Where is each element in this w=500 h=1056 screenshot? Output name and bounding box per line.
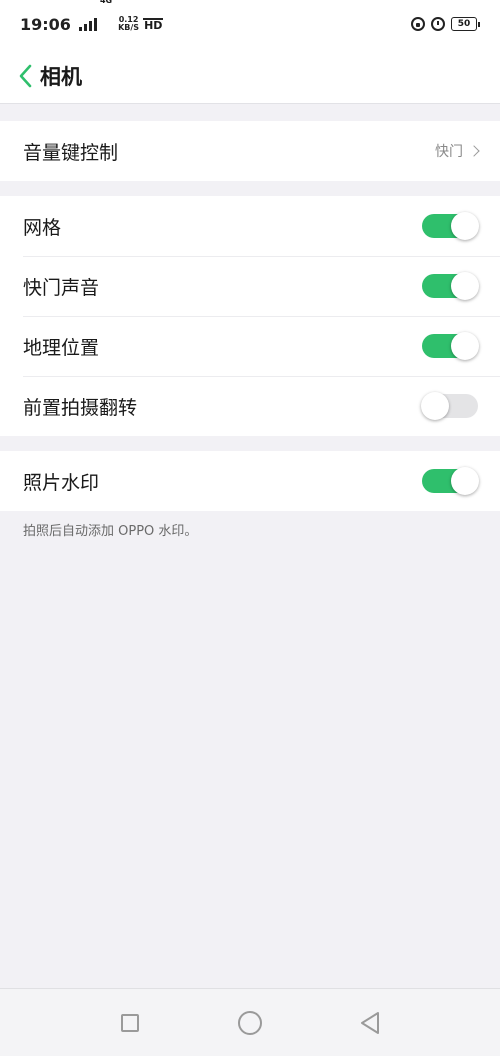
status-right-icons: 50 xyxy=(411,17,480,31)
settings-group-controls: 音量键控制 快门 xyxy=(0,121,500,181)
toggle-knob xyxy=(451,332,479,360)
recent-apps-icon xyxy=(121,1013,139,1032)
watermark-item: 照片水印 xyxy=(0,451,500,511)
location-item: 地理位置 xyxy=(0,316,500,376)
volume-key-control-value-text: 快门 xyxy=(435,144,463,160)
volume-key-control-item[interactable]: 音量键控制 快门 xyxy=(0,121,500,181)
chevron-left-icon xyxy=(19,64,32,87)
network-speed-unit: KB/S xyxy=(118,23,140,32)
front-mirror-toggle[interactable] xyxy=(421,392,478,420)
back-button[interactable] xyxy=(14,61,36,91)
front-mirror-item: 前置拍摄翻转 xyxy=(0,376,500,436)
hd-indicator: HD xyxy=(143,17,164,32)
watermark-label: 照片水印 xyxy=(23,471,100,494)
status-bar: 19:06 4G 0.12 KB/S HD 50 xyxy=(0,0,500,48)
rotation-lock-icon xyxy=(411,17,425,31)
grid-toggle[interactable] xyxy=(422,212,479,240)
toggle-knob xyxy=(421,392,449,420)
signal-icon xyxy=(78,17,97,31)
back-icon xyxy=(361,1011,379,1034)
grid-item: 网格 xyxy=(0,196,500,256)
watermark-description: 拍照后自动添加 OPPO 水印。 xyxy=(23,524,198,539)
location-toggle[interactable] xyxy=(422,332,479,360)
toggle-knob xyxy=(451,467,479,495)
shutter-sound-toggle[interactable] xyxy=(422,272,479,300)
navigation-bar xyxy=(0,988,500,1056)
alarm-icon xyxy=(431,17,445,31)
settings-group-toggles: 网格 快门声音 地理位置 前置拍摄翻转 xyxy=(0,196,500,436)
watermark-toggle[interactable] xyxy=(422,467,479,495)
chevron-right-icon xyxy=(468,145,480,157)
network-type: 4G xyxy=(99,0,113,5)
network-speed: 0.12 KB/S xyxy=(118,16,139,32)
settings-group-watermark: 照片水印 xyxy=(0,451,500,511)
location-label: 地理位置 xyxy=(23,336,100,359)
home-icon xyxy=(238,1010,262,1035)
recent-apps-button[interactable] xyxy=(110,1003,150,1043)
toggle-knob xyxy=(451,212,479,240)
volume-key-control-label: 音量键控制 xyxy=(23,141,119,164)
shutter-sound-item: 快门声音 xyxy=(0,256,500,316)
nav-back-button[interactable] xyxy=(350,1003,390,1043)
shutter-sound-label: 快门声音 xyxy=(23,276,100,299)
home-button[interactable] xyxy=(230,1003,270,1043)
grid-label: 网格 xyxy=(23,216,62,239)
status-time: 19:06 xyxy=(20,14,71,34)
page-header: 相机 xyxy=(0,48,500,104)
battery-level: 50 xyxy=(451,17,477,31)
volume-key-control-value: 快门 xyxy=(435,141,480,161)
battery-icon: 50 xyxy=(451,17,480,31)
toggle-knob xyxy=(451,272,479,300)
page-title: 相机 xyxy=(40,64,82,89)
front-mirror-label: 前置拍摄翻转 xyxy=(23,396,138,419)
